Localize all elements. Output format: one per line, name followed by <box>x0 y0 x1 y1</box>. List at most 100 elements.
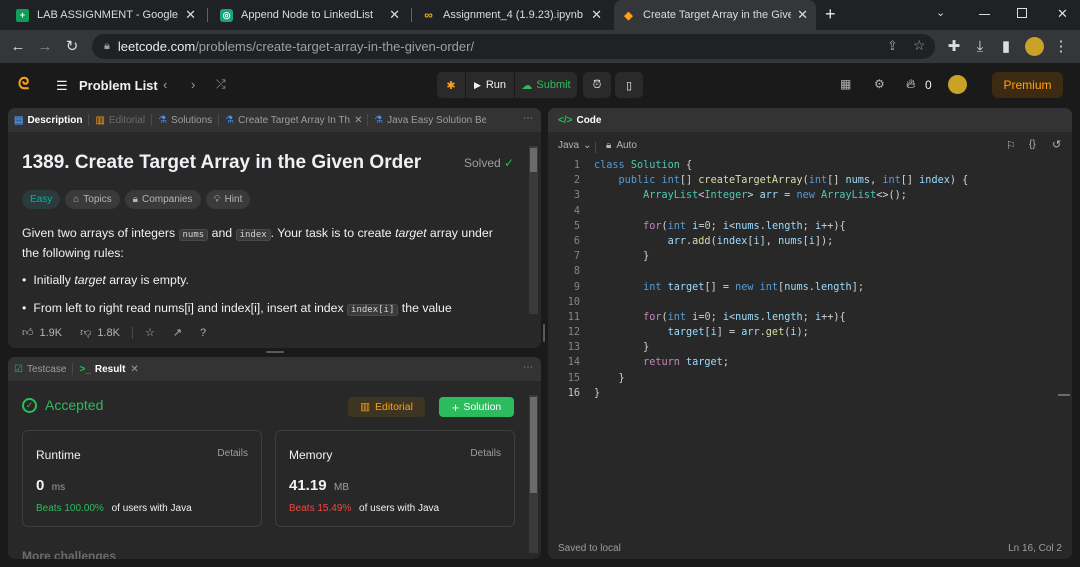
premium-button[interactable]: Premium <box>992 72 1063 98</box>
scrollbar[interactable] <box>529 146 538 314</box>
layout-icon[interactable]: ▦ <box>840 77 851 91</box>
reload-icon[interactable]: ↻ <box>62 36 82 56</box>
avatar[interactable] <box>948 75 967 94</box>
terminal-icon: >_ <box>79 363 91 375</box>
code-header: </> Code <box>548 108 1072 132</box>
minimize-icon[interactable] <box>979 14 990 15</box>
kebab-menu-icon[interactable]: ⋮ <box>1051 36 1071 56</box>
result-panel: ☑ Testcase >_ Result ✕ ⋯ ✓ Accepted ▥ Editor… <box>8 357 541 559</box>
close-icon[interactable]: ✕ <box>130 364 138 375</box>
tab-solution-post-2[interactable]: ⚗ Java Easy Solution Be <box>368 115 486 126</box>
url-path: /problems/create-target-array-in-the-giv… <box>195 39 475 54</box>
tab-solutions[interactable]: ⚗ Solutions <box>152 115 218 126</box>
bookmark-icon[interactable]: ⚐ <box>1006 139 1016 152</box>
flask-icon: ⚗ <box>225 114 235 126</box>
tab-description[interactable]: ▤ Description <box>8 115 88 126</box>
more-options-icon[interactable]: ⋯ <box>523 362 533 373</box>
profile-avatar[interactable] <box>1025 37 1044 56</box>
cursor-position: Ln 16, Col 2 <box>1008 543 1062 554</box>
close-icon[interactable]: ✕ <box>354 115 362 126</box>
tab-code[interactable]: </> Code <box>548 115 607 126</box>
memory-card[interactable]: Memory Details 41.19 MB Beats 15.49% of … <box>275 430 515 527</box>
close-icon[interactable]: ✕ <box>591 7 602 23</box>
difficulty-badge[interactable]: Easy <box>22 190 61 209</box>
cloud-upload-icon: ☁ <box>521 79 533 92</box>
more-options-icon[interactable]: ⋯ <box>523 113 533 124</box>
fire-icon[interactable]: 🔥︎ <box>906 76 916 92</box>
horizontal-resize-handle[interactable] <box>543 324 545 342</box>
download-icon[interactable]: ⤓ <box>970 36 990 56</box>
tab-testcase[interactable]: ☑ Testcase <box>8 364 72 375</box>
thumbs-down-icon[interactable]: 👎︎ <box>80 326 91 339</box>
browser-tab[interactable]: ∞ Assignment_4 (1.9.23).ipynb - C ✕ <box>414 0 610 30</box>
bulb-icon: 💡︎ <box>213 194 221 205</box>
topics-chip[interactable]: ⌂ Topics <box>65 190 120 209</box>
editorial-button[interactable]: ▥ Editorial <box>348 397 425 417</box>
tab-title: Assignment_4 (1.9.23).ipynb - C <box>443 9 586 21</box>
tag-row: Easy ⌂ Topics 🔒︎ Companies 💡︎ Hint <box>22 190 255 209</box>
close-icon[interactable]: ✕ <box>797 7 808 23</box>
tab-result[interactable]: >_ Result ✕ <box>73 364 144 375</box>
language-select[interactable]: Java ⌄ <box>558 140 592 151</box>
format-braces-icon[interactable]: {} <box>1029 139 1036 150</box>
help-icon[interactable]: ? <box>200 327 206 339</box>
address-bar-row: ← → ↻ 🔒︎ leetcode.com/problems/create-ta… <box>0 30 1080 63</box>
url-host: leetcode.com <box>117 39 196 54</box>
browser-tab[interactable]: ◎ Append Node to LinkedList ✕ <box>212 0 408 30</box>
description-tabs: ▤ Description ▥ Editorial ⚗ Solutions ⚗ Crea… <box>8 108 541 132</box>
gear-icon[interactable]: ⚙ <box>874 77 885 91</box>
prev-problem-icon[interactable]: ‹ <box>163 77 167 92</box>
run-button[interactable]: ▶ Run <box>466 72 514 98</box>
problem-list-link[interactable]: Problem List <box>79 78 158 93</box>
flask-icon: ⚗ <box>374 114 384 126</box>
accepted-status: ✓ Accepted <box>22 397 103 413</box>
bookmark-star-icon[interactable]: ☆ <box>913 37 926 54</box>
tab-solution-post[interactable]: ⚗ Create Target Array In Th ✕ <box>219 115 367 126</box>
line-number: 9 <box>573 281 580 293</box>
submit-button[interactable]: ☁ Submit <box>515 72 577 98</box>
vertical-resize-handle[interactable] <box>266 351 284 353</box>
browser-tab-active[interactable]: ◆ Create Target Array in the Given ✕ <box>614 0 816 30</box>
close-icon[interactable]: ✕ <box>185 7 196 23</box>
runtime-details[interactable]: Details <box>217 448 248 459</box>
browser-tab[interactable]: + LAB ASSIGNMENT - Google She ✕ <box>8 0 204 30</box>
chevron-down-icon[interactable]: ⌄ <box>936 6 945 19</box>
new-tab-icon[interactable]: + <box>825 4 836 25</box>
share-icon[interactable]: ↗ <box>173 326 182 339</box>
scrollbar-thumb[interactable] <box>530 148 537 172</box>
url-input[interactable]: 🔒︎ leetcode.com/problems/create-target-a… <box>92 34 935 59</box>
problem-description: Given two arrays of integers nums and in… <box>22 226 493 260</box>
sidepanel-icon[interactable]: ▮ <box>996 36 1016 56</box>
star-icon[interactable]: ☆ <box>145 326 155 339</box>
forward-arrow-icon[interactable]: → <box>35 36 55 56</box>
notes-button[interactable]: ▯ <box>615 72 643 98</box>
lock-icon: 🔒︎ <box>132 194 138 205</box>
window-close-icon[interactable]: ✕ <box>1057 6 1068 22</box>
shuffle-icon[interactable]: ⤮ <box>216 77 226 92</box>
solution-button[interactable]: + Solution <box>439 397 514 417</box>
next-problem-icon[interactable]: › <box>191 77 195 92</box>
browser-tab-bar: + LAB ASSIGNMENT - Google She ✕ ◎ Append… <box>0 0 1080 30</box>
runtime-card[interactable]: Runtime Details 0 ms Beats 100.00% of us… <box>22 430 262 527</box>
scrollbar-thumb[interactable] <box>530 397 537 493</box>
line-number: 15 <box>567 372 580 384</box>
extensions-icon[interactable]: ✚ <box>944 36 964 56</box>
back-arrow-icon[interactable]: ← <box>8 36 28 56</box>
restore-icon[interactable] <box>1017 8 1027 18</box>
tab-editorial[interactable]: ▥ Editorial <box>89 115 151 126</box>
scrollbar[interactable] <box>529 395 538 553</box>
debug-button[interactable]: ✱ <box>437 72 465 98</box>
reset-icon[interactable]: ↺ <box>1052 138 1061 151</box>
timer-button[interactable]: ⏰︎ <box>583 72 611 98</box>
thumbs-up-icon[interactable]: 👍︎ <box>22 326 34 339</box>
code-editor[interactable]: 1 class Solution { 2 public int[] createT… <box>556 158 969 401</box>
close-icon[interactable]: ✕ <box>389 7 400 23</box>
companies-chip[interactable]: 🔒︎ Companies <box>124 190 201 209</box>
auto-toggle[interactable]: 🔒︎ Auto <box>606 140 637 151</box>
memory-details[interactable]: Details <box>470 448 501 459</box>
leetcode-logo-icon[interactable]: ᘓ <box>18 76 29 94</box>
line-number: 12 <box>567 327 580 339</box>
list-icon: ☰ <box>56 78 68 93</box>
hint-chip[interactable]: 💡︎ Hint <box>205 190 251 209</box>
share-icon[interactable]: ⇪ <box>887 38 898 54</box>
